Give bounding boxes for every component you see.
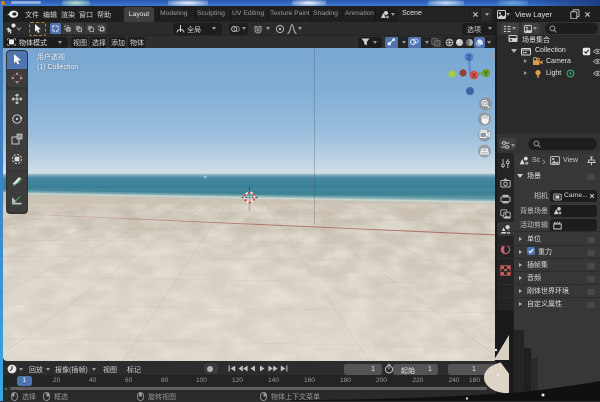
svg-text:Y: Y: [484, 72, 488, 78]
svg-text:Z: Z: [467, 56, 471, 62]
svg-text:X: X: [472, 74, 476, 80]
